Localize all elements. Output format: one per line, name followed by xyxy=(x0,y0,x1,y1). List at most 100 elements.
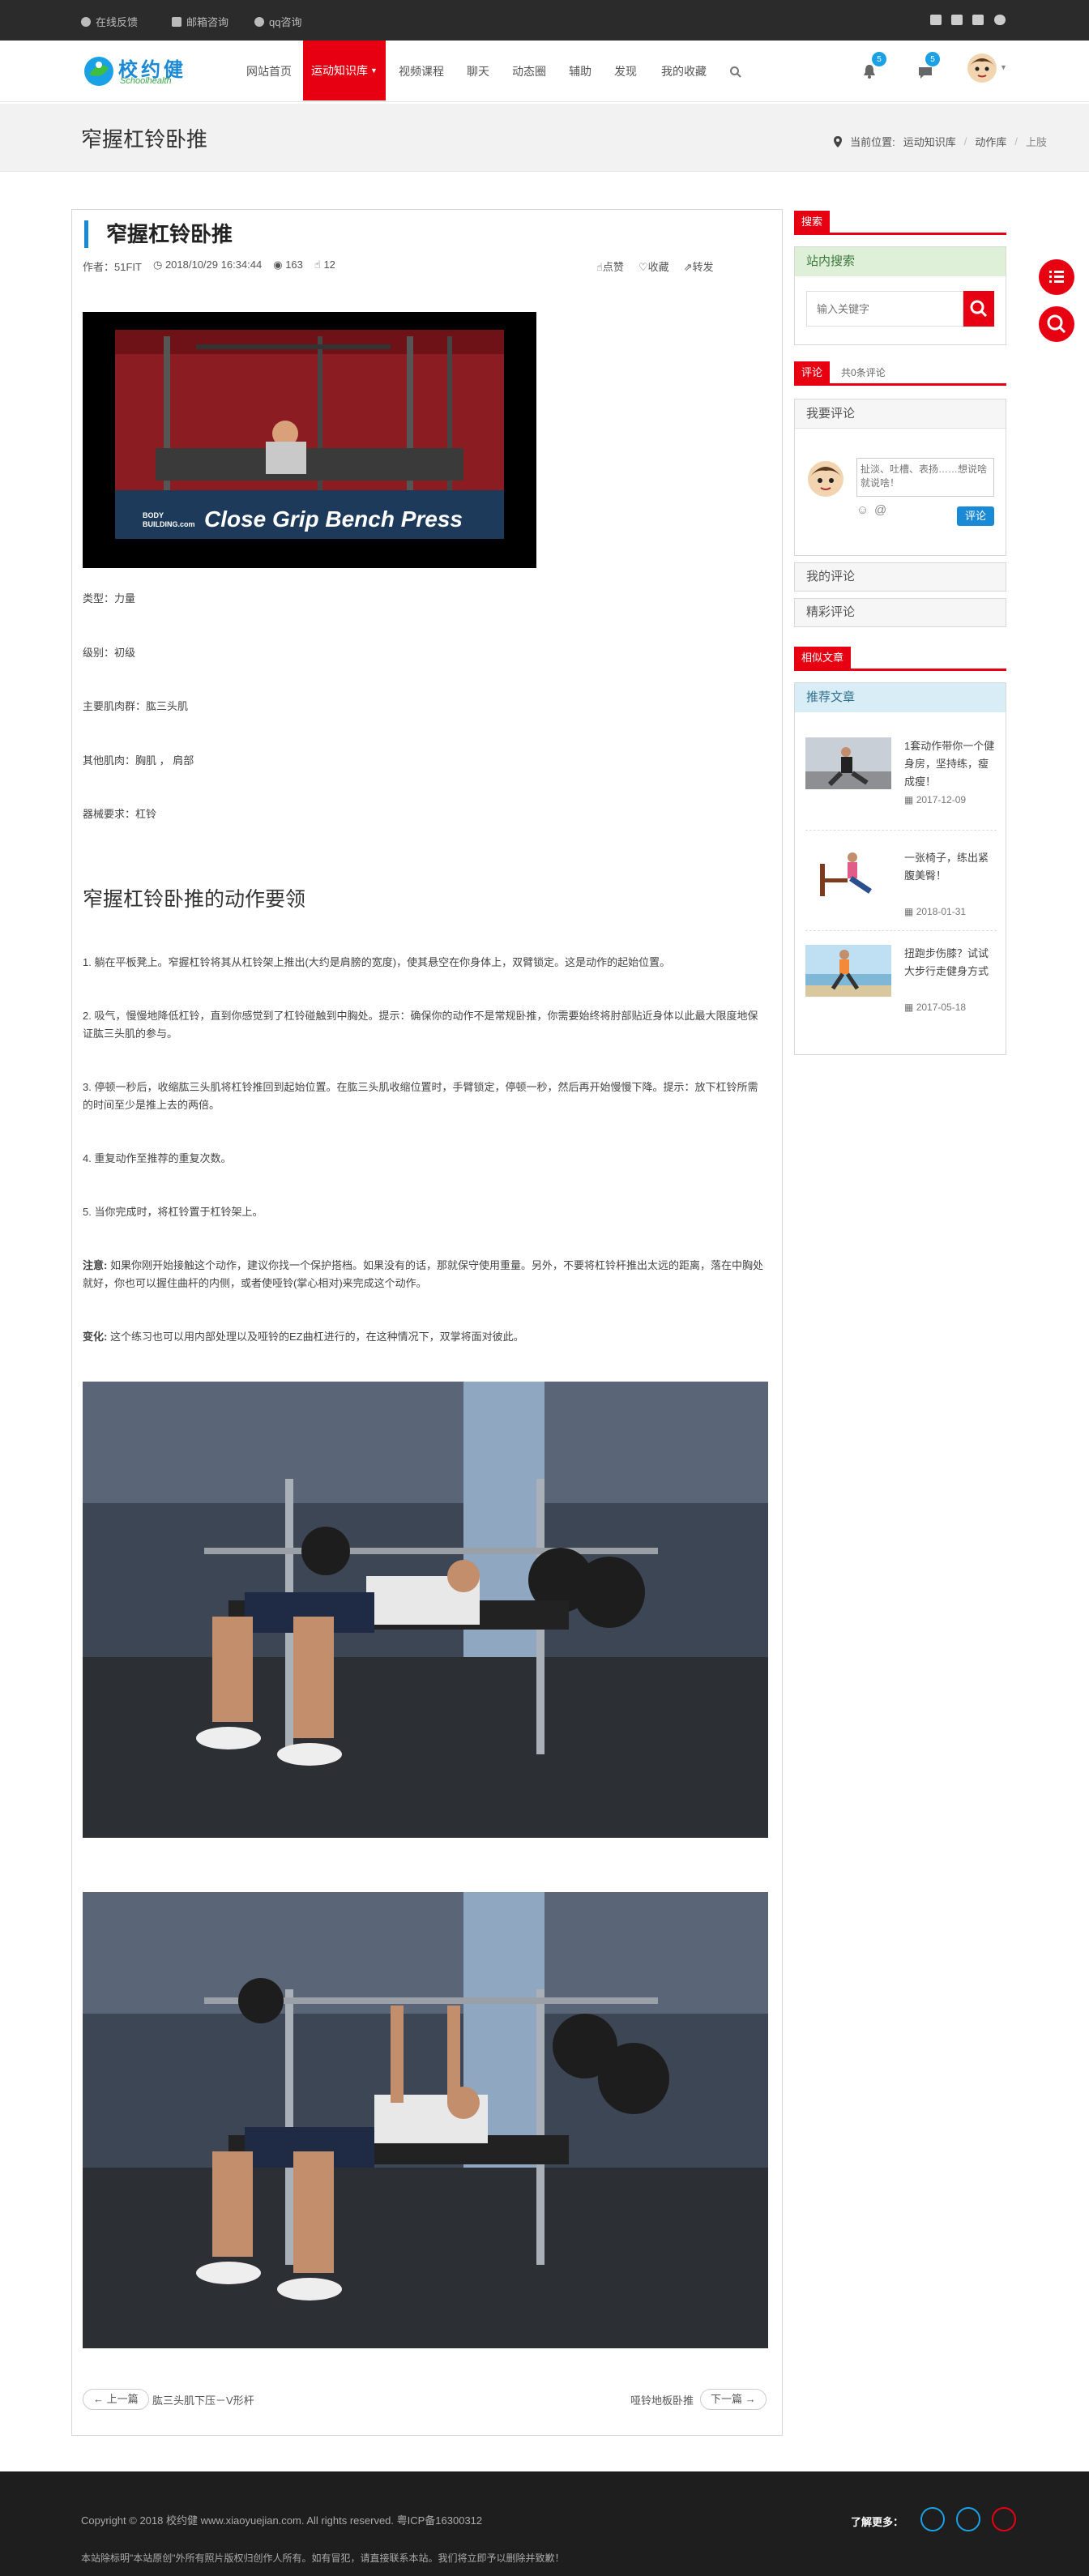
cart-icon[interactable] xyxy=(930,15,942,25)
breadcrumb-label: 当前位置: xyxy=(850,136,895,148)
recommended-title: 1套动作带你一个健身房，坚持练，瘦成瘦！ xyxy=(904,740,995,788)
other-muscles: 其他肌肉：胸肌 ， 肩部 xyxy=(83,754,194,767)
exercise-photo-end xyxy=(83,1892,768,2348)
nav-moments[interactable]: 动态圈 xyxy=(512,63,546,79)
emoji-icon[interactable]: ☺ xyxy=(856,503,869,517)
breadcrumb-item[interactable]: 上肢 xyxy=(1026,134,1047,149)
breadcrumb-separator: / xyxy=(963,135,967,147)
nav-favorites[interactable]: 我的收藏 xyxy=(661,63,707,79)
section-heading: 窄握杠铃卧推的动作要领 xyxy=(83,888,306,911)
recommended-item[interactable]: 扭跑步伤膝？试试大步行走健身方式 ▦ 2017-05-18 xyxy=(805,945,997,1026)
video-thumbnail[interactable]: Close Grip Bench Press BODY BUILDING.com xyxy=(83,312,536,568)
nav-knowledge[interactable]: 运动知识库 ▼ xyxy=(303,41,386,100)
comment-textarea[interactable] xyxy=(856,458,994,497)
recommended-item[interactable]: 一张椅子，练出紧腹美臀！ ▦ 2018-01-31 xyxy=(805,849,997,930)
camera-icon[interactable] xyxy=(951,15,963,25)
email-link[interactable]: 邮箱咨询 xyxy=(172,14,228,29)
recommended-thumb xyxy=(805,849,891,901)
avatar[interactable] xyxy=(967,53,997,83)
favorite-button[interactable]: ♡收藏 xyxy=(638,258,669,274)
comment-box-title: 我要评论 xyxy=(795,399,1006,429)
video-brand: BODY BUILDING.com xyxy=(143,511,195,528)
likes-group: ☝ 12 xyxy=(314,258,335,274)
qq-link[interactable]: qq咨询 xyxy=(254,14,301,29)
share-icon: ⇗ xyxy=(683,261,693,273)
mail-icon xyxy=(172,16,182,27)
recommended-box-title: 推荐文章 xyxy=(795,683,1006,712)
list-float-button[interactable] xyxy=(1039,259,1074,295)
search-section-header: 搜索 xyxy=(794,211,1006,235)
step-paragraph: 2. 吸气，慢慢地降低杠铃，直到你感觉到了杠铃碰触到中胸处。提示：确保你的动作不… xyxy=(83,1010,758,1040)
desktop-icon[interactable] xyxy=(972,15,984,25)
step-paragraph: 5. 当你完成时，将杠铃置于杠铃架上。 xyxy=(83,1206,263,1218)
page-title: 窄握杠铃卧推 xyxy=(81,127,208,152)
article-pager: ← 上一篇 肱三头肌下压－V形杆 哑铃地板卧推 下一篇 → xyxy=(83,2389,768,2410)
bell-icon[interactable] xyxy=(862,63,877,79)
video-caption: Close Grip Bench Press xyxy=(204,506,463,532)
calendar-icon: ▦ xyxy=(904,906,914,917)
divider xyxy=(805,930,997,931)
gym-photo-image xyxy=(83,1892,768,2348)
breadcrumb-item[interactable]: 动作库 xyxy=(975,134,1006,149)
thumbs-up-icon: ☝ xyxy=(314,258,321,271)
like-button[interactable]: ☝点赞 xyxy=(596,258,624,274)
hot-comments-tab[interactable]: 精彩评论 xyxy=(794,598,1006,627)
search-box-title: 站内搜索 xyxy=(795,247,1006,276)
article-title: 窄握杠铃卧推 xyxy=(84,220,233,248)
thumbs-up-icon: ☝ xyxy=(596,261,603,273)
related-section-header: 相似文章 xyxy=(794,647,1006,671)
exercise-photo-start xyxy=(83,1382,768,1838)
nav-home[interactable]: 网站首页 xyxy=(246,63,292,79)
exercise-level: 级别：初级 xyxy=(83,647,136,659)
recommended-title: 扭跑步伤膝？试试大步行走健身方式 xyxy=(904,947,989,977)
share-button[interactable]: ⇗转发 xyxy=(684,258,714,274)
list-icon xyxy=(1049,271,1064,283)
article-meta: 作者：51FIT ◷ 2018/10/29 16:34:44 ◉ 163 ☝ 1… xyxy=(83,258,335,274)
search-box: 站内搜索 xyxy=(794,246,1006,345)
prev-article-button[interactable]: ← 上一篇 xyxy=(83,2389,149,2410)
feedback-link[interactable]: 在线反馈 xyxy=(81,14,138,29)
recommended-title: 一张椅子，练出紧腹美臀！ xyxy=(904,852,989,882)
qq-icon xyxy=(254,16,264,27)
breadcrumb-item[interactable]: 运动知识库 xyxy=(903,134,956,149)
next-article-title[interactable]: 哑铃地板卧推 xyxy=(630,2392,694,2407)
my-comments-tab[interactable]: 我的评论 xyxy=(794,562,1006,592)
variation-paragraph: 变化: 这个练习也可以用内部处理以及哑铃的EZ曲杠进行的，在这种情况下，双掌将面… xyxy=(83,1331,524,1343)
view-count: 163 xyxy=(285,258,303,271)
gear-icon[interactable] xyxy=(994,15,1006,25)
next-article-button[interactable]: 下一篇 → xyxy=(700,2389,767,2410)
search-icon xyxy=(1047,314,1066,334)
chevron-down-icon[interactable]: ▼ xyxy=(1000,63,1007,71)
recommended-thumb xyxy=(805,945,891,997)
nav-discover[interactable]: 发现 xyxy=(614,63,637,79)
calendar-icon: ▦ xyxy=(904,1002,914,1013)
recommended-item[interactable]: 1套动作带你一个健身房，坚持练，瘦成瘦！ ▦ 2017-12-09 xyxy=(805,737,997,818)
nav-assist[interactable]: 辅助 xyxy=(569,63,591,79)
article-author: 作者：51FIT xyxy=(83,261,142,273)
breadcrumb-separator: / xyxy=(1014,135,1018,147)
nav-chat[interactable]: 聊天 xyxy=(467,63,489,79)
search-input[interactable] xyxy=(806,291,963,327)
divider xyxy=(805,830,997,831)
submit-comment-button[interactable]: 评论 xyxy=(957,506,994,526)
search-float-button[interactable] xyxy=(1039,306,1074,342)
step-paragraph: 4. 重复动作至推荐的重复次数。 xyxy=(83,1152,232,1164)
wechat-icon[interactable] xyxy=(956,2507,980,2531)
site-logo[interactable]: 校约健 Schoolhealth xyxy=(81,50,211,91)
recommended-date-group: ▦ 2017-12-09 xyxy=(904,794,966,805)
search-button[interactable] xyxy=(963,291,994,327)
weibo-icon[interactable] xyxy=(920,2507,945,2531)
prev-article-title[interactable]: 肱三头肌下压－V形杆 xyxy=(152,2392,254,2407)
recommended-date-group: ▦ 2018-01-31 xyxy=(904,906,966,917)
copyright-text: Copyright © 2018 校约健 www.xiaoyuejian.com… xyxy=(81,2514,483,2527)
message-icon[interactable] xyxy=(917,65,933,79)
logo-subtitle: Schoolhealth xyxy=(120,76,172,86)
nav-video[interactable]: 视频课程 xyxy=(399,63,444,79)
mention-icon[interactable]: @ xyxy=(874,503,886,517)
qq-icon[interactable] xyxy=(992,2507,1016,2531)
eye-icon: ◉ xyxy=(273,258,283,271)
avatar xyxy=(808,461,843,497)
search-icon[interactable] xyxy=(729,66,742,79)
comment-section-header: 评论 共0条评论 xyxy=(794,361,1006,386)
article-actions: ☝点赞 ♡收藏 ⇗转发 xyxy=(596,258,714,274)
